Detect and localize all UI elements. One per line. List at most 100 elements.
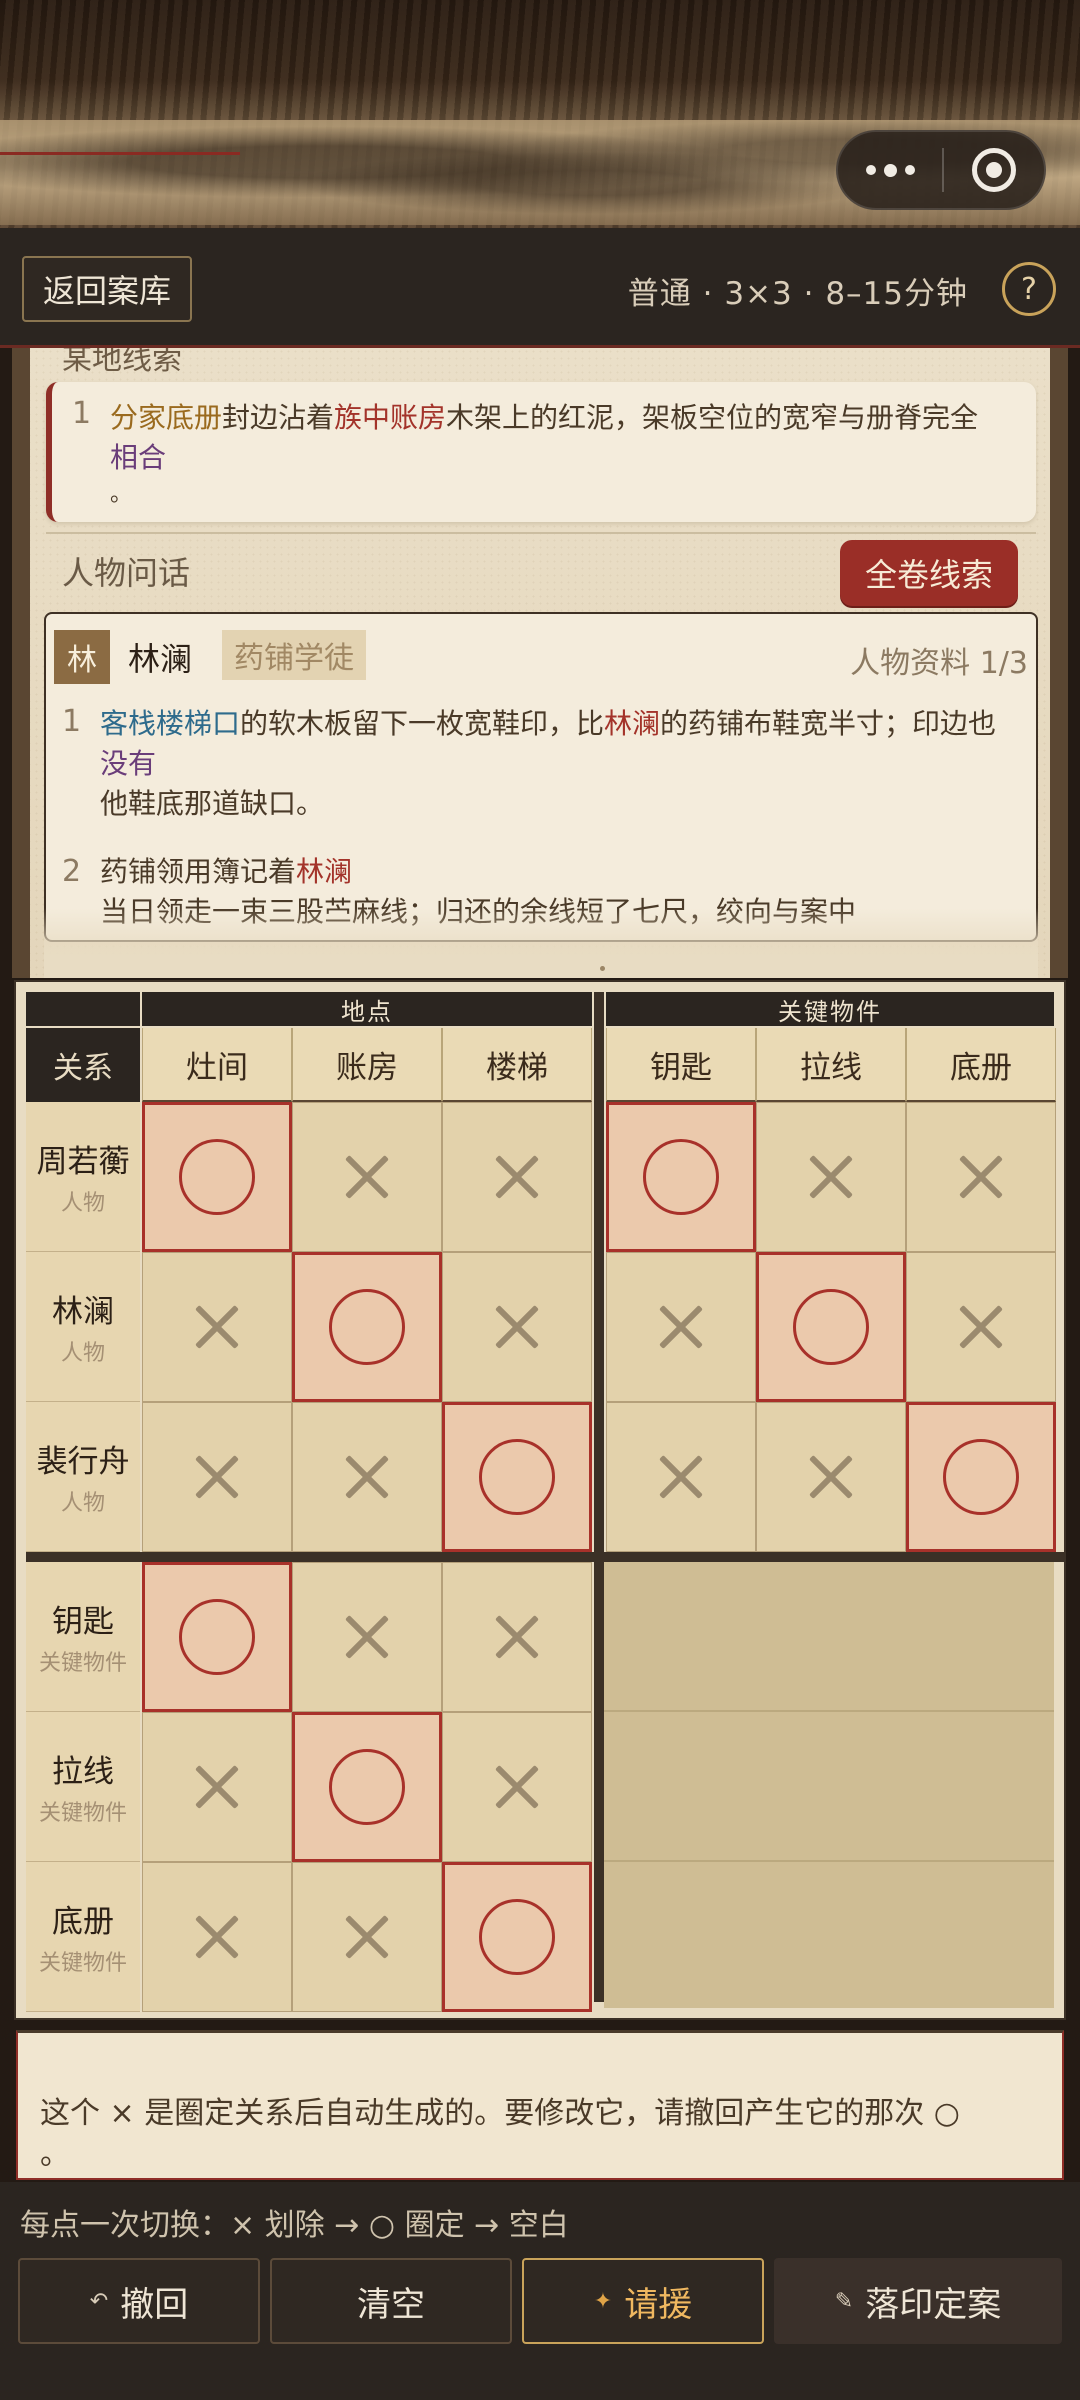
clue-panel[interactable]: 某地线索 1 分家底册封边沾着族中账房木架上的红泥，架板空位的宽窄与册脊完全 相… <box>12 348 1068 978</box>
row-header-name: 底册 <box>52 1904 114 1940</box>
grid-cell[interactable] <box>292 1712 442 1862</box>
evidence-line-2: 相合 <box>110 441 167 474</box>
grid-cell[interactable] <box>442 1102 592 1252</box>
grid-cell[interactable] <box>906 1402 1056 1552</box>
all-clues-button[interactable]: 全卷线索 <box>840 540 1018 606</box>
circle-mark-icon <box>793 1289 869 1365</box>
evidence-line-1: 分家底册封边沾着族中账房木架上的红泥，架板空位的宽窄与册脊完全 <box>110 401 979 434</box>
banner-red-line <box>0 152 240 155</box>
clue-line: 客栈楼梯口的软木板留下一枚宽鞋印，比林澜的药铺布鞋宽半寸；印边也 <box>100 707 997 740</box>
grid-cell[interactable] <box>142 1102 292 1252</box>
circle-mark-icon <box>643 1139 719 1215</box>
undo-icon: ↶ <box>89 2288 109 2314</box>
grid-cell[interactable] <box>292 1102 442 1252</box>
grid-cell[interactable] <box>442 1252 592 1402</box>
cross-mark-icon <box>808 1154 854 1200</box>
seal-stamp-icon: ✎ <box>834 2288 854 2314</box>
circle-mark-icon <box>179 1139 255 1215</box>
grid-cell[interactable] <box>756 1402 906 1552</box>
clear-label: 清空 <box>357 2284 425 2325</box>
row-header-type: 人物 <box>60 1341 105 1366</box>
circle-mark-icon <box>179 1599 255 1675</box>
scroll-fade <box>44 908 1038 978</box>
circle-mark-icon <box>329 1749 405 1825</box>
footer-toolbar: 每点一次切换：× 划除 → ○ 圈定 → 空白 ↶ 撤回 清空 ✦ 请援 ✎ 落印定案 <box>0 2182 1080 2400</box>
row-header-type: 关键物件 <box>38 1651 127 1676</box>
cross-mark-icon <box>194 1454 240 1500</box>
grid-cell[interactable] <box>142 1252 292 1402</box>
grid-cell[interactable] <box>756 1252 906 1402</box>
grid-cell[interactable] <box>606 1252 756 1402</box>
back-to-library-button[interactable]: 返回案库 <box>22 256 192 322</box>
cross-mark-icon <box>808 1454 854 1500</box>
undo-label: 撤回 <box>120 2284 189 2325</box>
cross-mark-icon <box>658 1304 704 1350</box>
character-page-count[interactable]: 人物资料 1/3 <box>850 638 1028 682</box>
row-header-name: 拉线 <box>52 1754 114 1790</box>
row-header-type: 关键物件 <box>38 1801 127 1826</box>
grid-cell[interactable] <box>292 1252 442 1402</box>
close-target-icon[interactable] <box>944 148 1044 192</box>
row-header-type: 人物 <box>60 1491 105 1516</box>
row-header-name: 周若蘅 <box>36 1144 130 1180</box>
grid-cell[interactable] <box>142 1712 292 1862</box>
row-header: 林澜 人物 <box>26 1252 140 1402</box>
request-help-label: 请援 <box>624 2284 693 2325</box>
row-header-type: 人物 <box>60 1191 105 1216</box>
more-menu-icon[interactable] <box>838 132 942 208</box>
grid-cell[interactable] <box>292 1862 442 2012</box>
grid-corner-label: 关系 <box>26 1028 140 1102</box>
grid-cell[interactable] <box>292 1562 442 1712</box>
clue-line: 药铺领用簿记着林澜 <box>100 855 353 888</box>
cross-mark-icon <box>494 1154 540 1200</box>
relation-grid: 地点 关键物件 关系 灶间 账房 楼梯 钥匙 拉线 底册 周若蘅 人物 林澜 人物 裴行舟 人物 钥匙关… <box>14 980 1066 2020</box>
section-divider <box>46 532 1036 534</box>
grid-cell[interactable] <box>442 1862 592 2012</box>
seal-verdict-button[interactable]: ✎ 落印定案 <box>774 2258 1062 2344</box>
header-bar: 返回案库 普通 · 3×3 · 8–15分钟 ? <box>0 228 1080 348</box>
clear-button[interactable]: 清空 <box>270 2258 512 2344</box>
mini-program-capsule <box>836 130 1046 210</box>
grid-cell[interactable] <box>142 1402 292 1552</box>
status-message-text-2: 。 <box>40 2137 70 2172</box>
cross-mark-icon <box>494 1304 540 1350</box>
row-header: 周若蘅 人物 <box>26 1102 140 1252</box>
scroll-indicator <box>600 966 605 971</box>
grid-cell[interactable] <box>442 1402 592 1552</box>
grid-cell[interactable] <box>906 1252 1056 1402</box>
cross-mark-icon <box>658 1454 704 1500</box>
grid-cell[interactable] <box>442 1562 592 1712</box>
clue-number: 2 <box>62 854 82 889</box>
evidence-line-3: 。 <box>110 482 133 507</box>
grid-cell[interactable] <box>606 1402 756 1552</box>
row-header: 钥匙 关键物件 <box>26 1562 140 1712</box>
column-header: 底册 <box>906 1028 1056 1102</box>
request-help-button[interactable]: ✦ 请援 <box>522 2258 764 2344</box>
row-header-name: 裴行舟 <box>36 1444 130 1480</box>
clue-number: 1 <box>62 704 82 739</box>
grid-empty-block <box>604 1562 1054 2008</box>
grid-horizontal-separator <box>26 1552 1066 1562</box>
case-meta-info: 普通 · 3×3 · 8–15分钟 <box>627 276 968 312</box>
circle-mark-icon <box>943 1439 1019 1515</box>
cross-mark-icon <box>494 1614 540 1660</box>
cross-mark-icon <box>958 1304 1004 1350</box>
row-header: 裴行舟 人物 <box>26 1402 140 1552</box>
grid-cell[interactable] <box>142 1862 292 2012</box>
row-header: 拉线 关键物件 <box>26 1712 140 1862</box>
grid-cell[interactable] <box>142 1562 292 1712</box>
undo-button[interactable]: ↶ 撤回 <box>18 2258 260 2344</box>
panel-right-border <box>1050 348 1068 978</box>
lightbulb-icon: ✦ <box>593 2288 613 2314</box>
column-header: 灶间 <box>142 1028 292 1102</box>
character-name: 林澜 <box>128 640 193 678</box>
column-header: 拉线 <box>756 1028 906 1102</box>
help-button[interactable]: ? <box>1002 262 1056 316</box>
grid-cell[interactable] <box>906 1102 1056 1252</box>
cross-mark-icon <box>194 1914 240 1960</box>
grid-cell[interactable] <box>606 1102 756 1252</box>
grid-cell[interactable] <box>292 1402 442 1552</box>
grid-cell[interactable] <box>756 1102 906 1252</box>
top-banner <box>0 0 1080 228</box>
grid-cell[interactable] <box>442 1712 592 1862</box>
